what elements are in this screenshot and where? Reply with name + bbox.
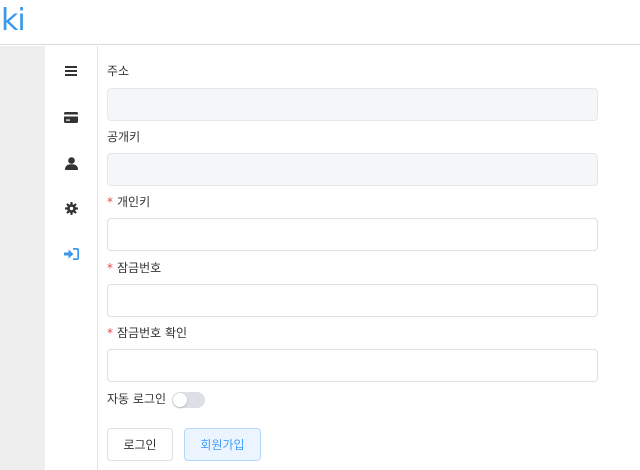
private-key-label: 개인키 xyxy=(117,195,151,209)
app-logo[interactable]: ki xyxy=(1,3,26,39)
sidebar-item-menu[interactable] xyxy=(45,56,97,86)
sidebar-item-settings[interactable] xyxy=(45,193,97,223)
public-key-field xyxy=(107,153,598,186)
auto-login-label: 자동 로그인 xyxy=(107,392,167,406)
sidebar-item-account[interactable] xyxy=(45,148,97,178)
credit-card-icon xyxy=(64,111,78,123)
auto-login-toggle[interactable] xyxy=(172,392,205,408)
password-label-row: * 잠금번호 xyxy=(107,260,161,276)
password-confirm-label: 잠금번호 확인 xyxy=(117,326,188,340)
toggle-knob xyxy=(173,393,187,407)
address-field xyxy=(107,88,598,121)
address-label: 주소 xyxy=(107,64,130,78)
required-mark: * xyxy=(107,326,113,340)
public-key-label: 공개키 xyxy=(107,130,141,144)
gear-icon xyxy=(64,201,78,215)
signup-button[interactable]: 회원가입 xyxy=(184,428,261,461)
private-key-field[interactable] xyxy=(107,218,598,251)
password-field[interactable] xyxy=(107,284,598,317)
password-confirm-label-row: * 잠금번호 확인 xyxy=(107,325,187,341)
user-icon xyxy=(64,156,78,170)
left-gutter xyxy=(0,46,45,470)
sign-in-icon xyxy=(63,248,79,260)
sidebar-item-wallet[interactable] xyxy=(45,102,97,132)
menu-icon xyxy=(65,66,77,76)
sidebar xyxy=(45,46,98,470)
sidebar-item-sign-in[interactable] xyxy=(45,239,97,269)
required-mark: * xyxy=(107,261,113,275)
required-mark: * xyxy=(107,195,113,209)
top-bar: ki xyxy=(0,0,640,45)
password-confirm-field[interactable] xyxy=(107,349,598,382)
login-button[interactable]: 로그인 xyxy=(107,428,173,461)
private-key-label-row: * 개인키 xyxy=(107,194,150,210)
password-label: 잠금번호 xyxy=(117,261,162,275)
